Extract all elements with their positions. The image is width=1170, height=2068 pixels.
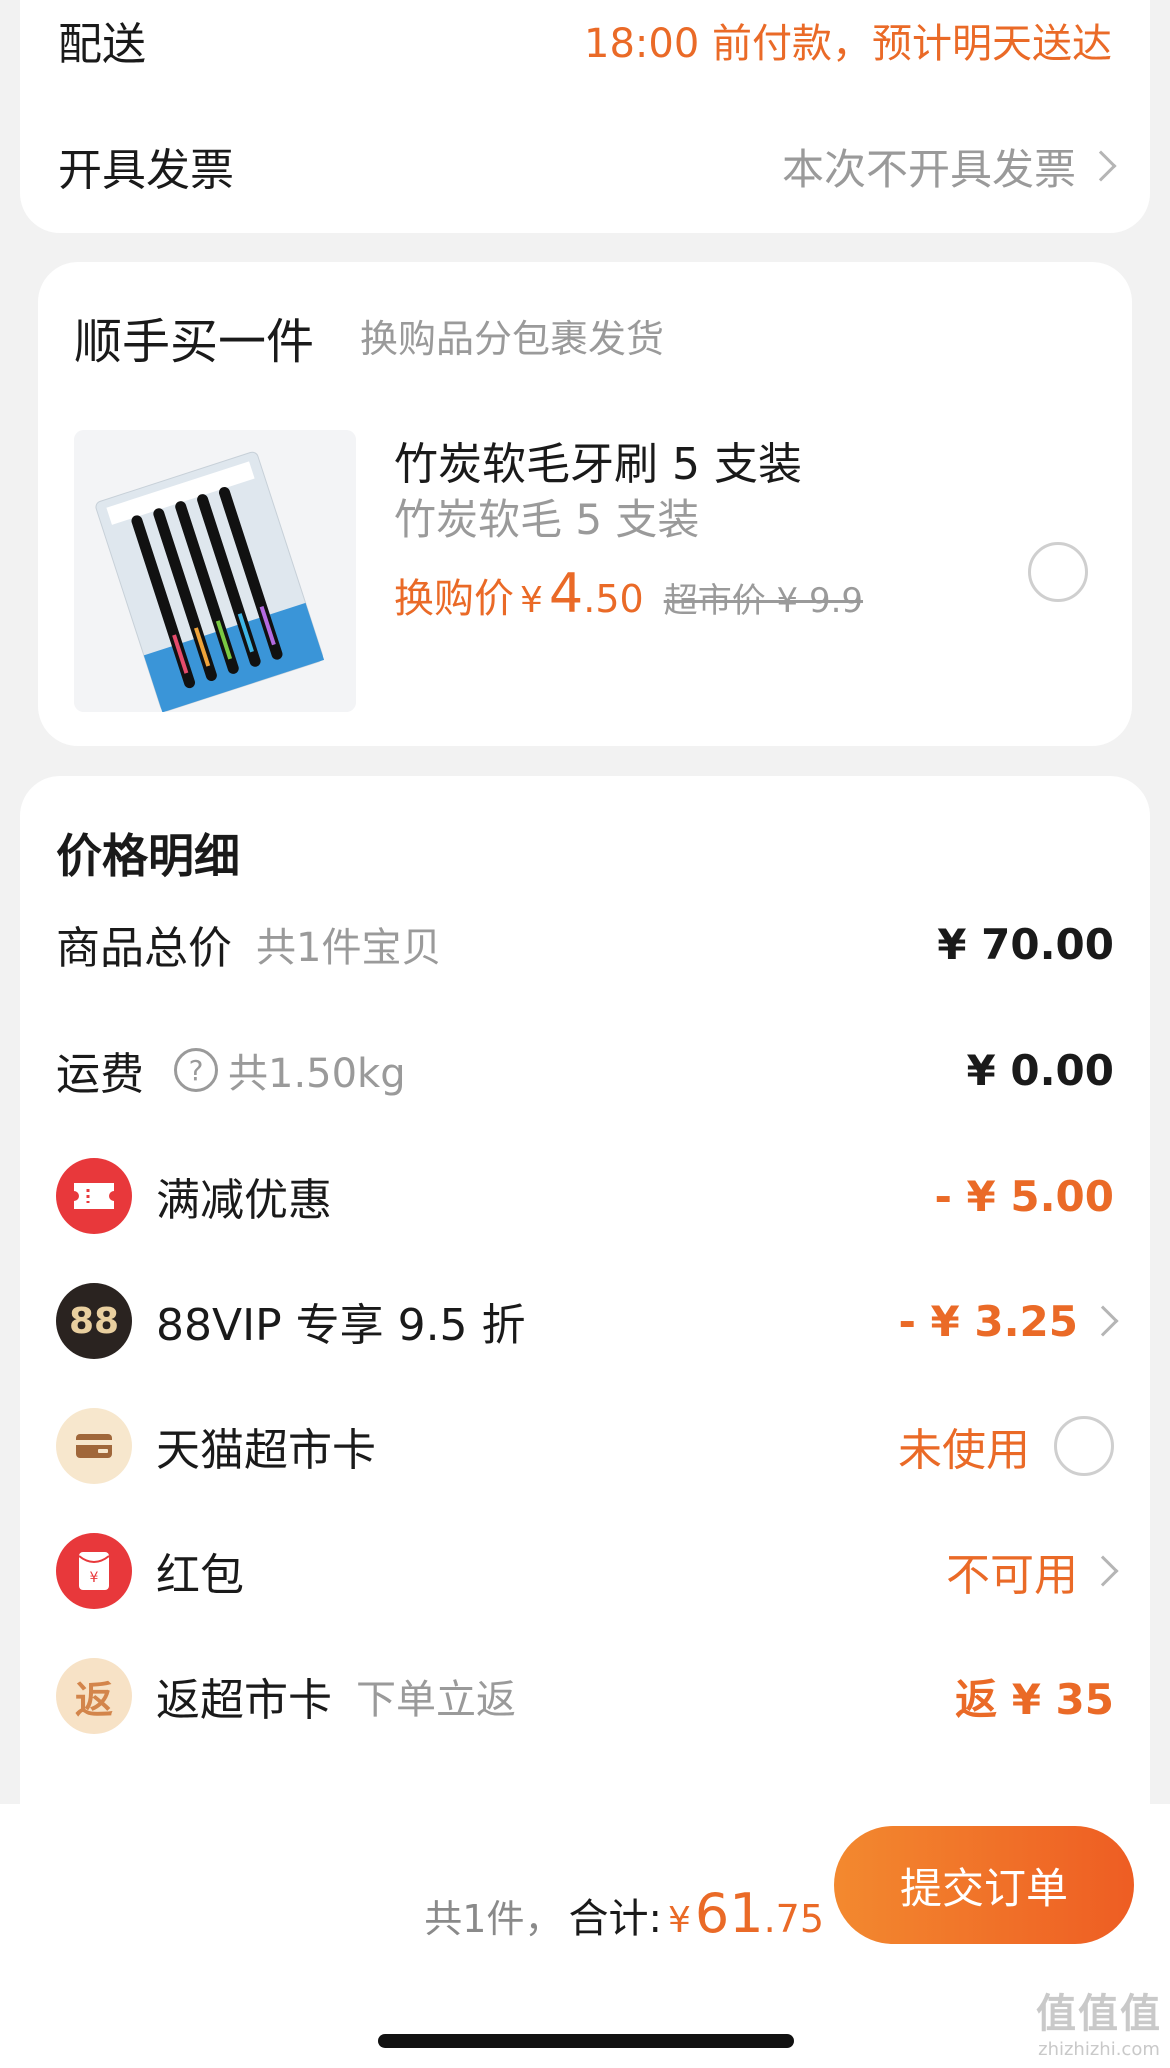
supermarket-card-radio[interactable] <box>1054 1416 1114 1476</box>
cashback-label: 返超市卡 <box>156 1675 332 1726</box>
watermark-url: zhizhizhi.com <box>1038 2039 1160 2060</box>
delivery-label: 配送 <box>58 19 146 70</box>
swap-price-integer: 4 <box>548 562 584 625</box>
swap-price-currency: ¥ <box>520 580 543 621</box>
addon-card: 顺手买一件 换购品分包裹发货 竹炭软毛牙刷 5 支装 竹炭软毛 5 支装 换购价… <box>38 262 1132 746</box>
discount-value: - ¥ 5.00 <box>934 1171 1114 1221</box>
total-integer: 61 <box>694 1882 764 1945</box>
delivery-row: 配送 18:00 前付款，预计明天送达 <box>58 0 1112 80</box>
goods-total-value: ¥ 70.00 <box>937 919 1114 969</box>
discount-row: 满减优惠 - ¥ 5.00 <box>56 1156 1114 1236</box>
coupon-icon <box>56 1158 132 1234</box>
chevron-right-icon <box>1087 1555 1119 1587</box>
card-icon <box>56 1408 132 1484</box>
cashback-sub: 下单立返 <box>356 1677 516 1723</box>
red-packet-yen: ¥ <box>90 1570 99 1586</box>
goods-total-label: 商品总价 <box>56 923 232 974</box>
supermarket-card-value: 未使用 <box>898 1425 1030 1476</box>
item-count: 共1件， <box>424 1897 563 1941</box>
goods-total-row: 商品总价 共1件宝贝 ¥ 70.00 <box>56 904 1114 984</box>
order-total: 共1件， 合计: ¥ 61 .75 <box>424 1882 824 1945</box>
shipping-row: 运费 ? 共1.50kg ¥ 0.00 <box>56 1030 1114 1110</box>
price-detail-title: 价格明细 <box>56 829 240 883</box>
total-currency: ¥ <box>667 1900 691 1941</box>
addon-title: 顺手买一件 <box>74 314 315 370</box>
supermarket-card-label: 天猫超市卡 <box>156 1425 376 1476</box>
shipping-value: ¥ 0.00 <box>966 1045 1114 1095</box>
product-name[interactable]: 竹炭软毛牙刷 5 支装 <box>394 428 802 492</box>
red-packet-icon: ¥ <box>56 1533 132 1609</box>
red-packet-value: 不可用 <box>946 1550 1078 1601</box>
delivery-invoice-card: 配送 18:00 前付款，预计明天送达 开具发票 本次不开具发票 <box>20 0 1150 233</box>
watermark: 值值值 zhizhizhi.com <box>1036 1981 1162 2060</box>
chevron-right-icon <box>1085 150 1117 182</box>
vip-label: 88VIP 专享 9.5 折 <box>156 1300 526 1351</box>
product-price-row: 换购价 ¥ 4 .50 超市价 ¥ 9.9 <box>394 562 863 625</box>
addon-subtitle: 换购品分包裹发货 <box>360 317 665 361</box>
vip-88-icon: 88 <box>56 1283 132 1359</box>
total-label: 合计: <box>568 1896 662 1942</box>
cashback-value: 返 ¥ 35 <box>955 1674 1114 1724</box>
submit-order-button[interactable]: 提交订单 <box>834 1826 1134 1944</box>
swap-price-decimal: .50 <box>583 577 644 621</box>
product-spec: 竹炭软毛 5 支装 <box>394 495 700 544</box>
total-decimal: .75 <box>763 1897 824 1941</box>
question-icon[interactable]: ? <box>174 1048 218 1092</box>
goods-total-sub: 共1件宝贝 <box>256 925 442 971</box>
watermark-logo: 值值值 <box>1036 1991 1162 2037</box>
delivery-value: 18:00 前付款，预计明天送达 <box>584 21 1112 67</box>
shipping-label: 运费 <box>56 1049 144 1100</box>
market-price: 超市价 ¥ 9.9 <box>663 581 864 621</box>
product-image[interactable] <box>74 430 356 712</box>
invoice-value: 本次不开具发票 <box>781 144 1076 194</box>
red-packet-row[interactable]: ¥ 红包 不可用 <box>56 1531 1119 1611</box>
swap-price-label: 换购价 <box>394 576 514 622</box>
vip-row[interactable]: 88 88VIP 专享 9.5 折 - ¥ 3.25 <box>56 1281 1119 1361</box>
addon-select-radio[interactable] <box>1028 542 1088 602</box>
checkout-bar: 共1件， 合计: ¥ 61 .75 提交订单 值值值 zhizhizhi.com <box>0 1804 1170 2068</box>
shipping-weight: 共1.50kg <box>228 1051 406 1097</box>
red-packet-label: 红包 <box>156 1550 244 1601</box>
home-indicator[interactable] <box>378 2034 794 2048</box>
invoice-row[interactable]: 开具发票 本次不开具发票 <box>58 126 1117 206</box>
invoice-label: 开具发票 <box>58 145 234 196</box>
cashback-row: 返 返超市卡 下单立返 返 ¥ 35 <box>56 1656 1114 1736</box>
chevron-right-icon <box>1087 1305 1119 1337</box>
supermarket-card-row: 天猫超市卡 未使用 <box>56 1406 1114 1486</box>
vip-value: - ¥ 3.25 <box>898 1296 1078 1346</box>
cashback-icon: 返 <box>56 1658 132 1734</box>
discount-label: 满减优惠 <box>156 1175 332 1226</box>
